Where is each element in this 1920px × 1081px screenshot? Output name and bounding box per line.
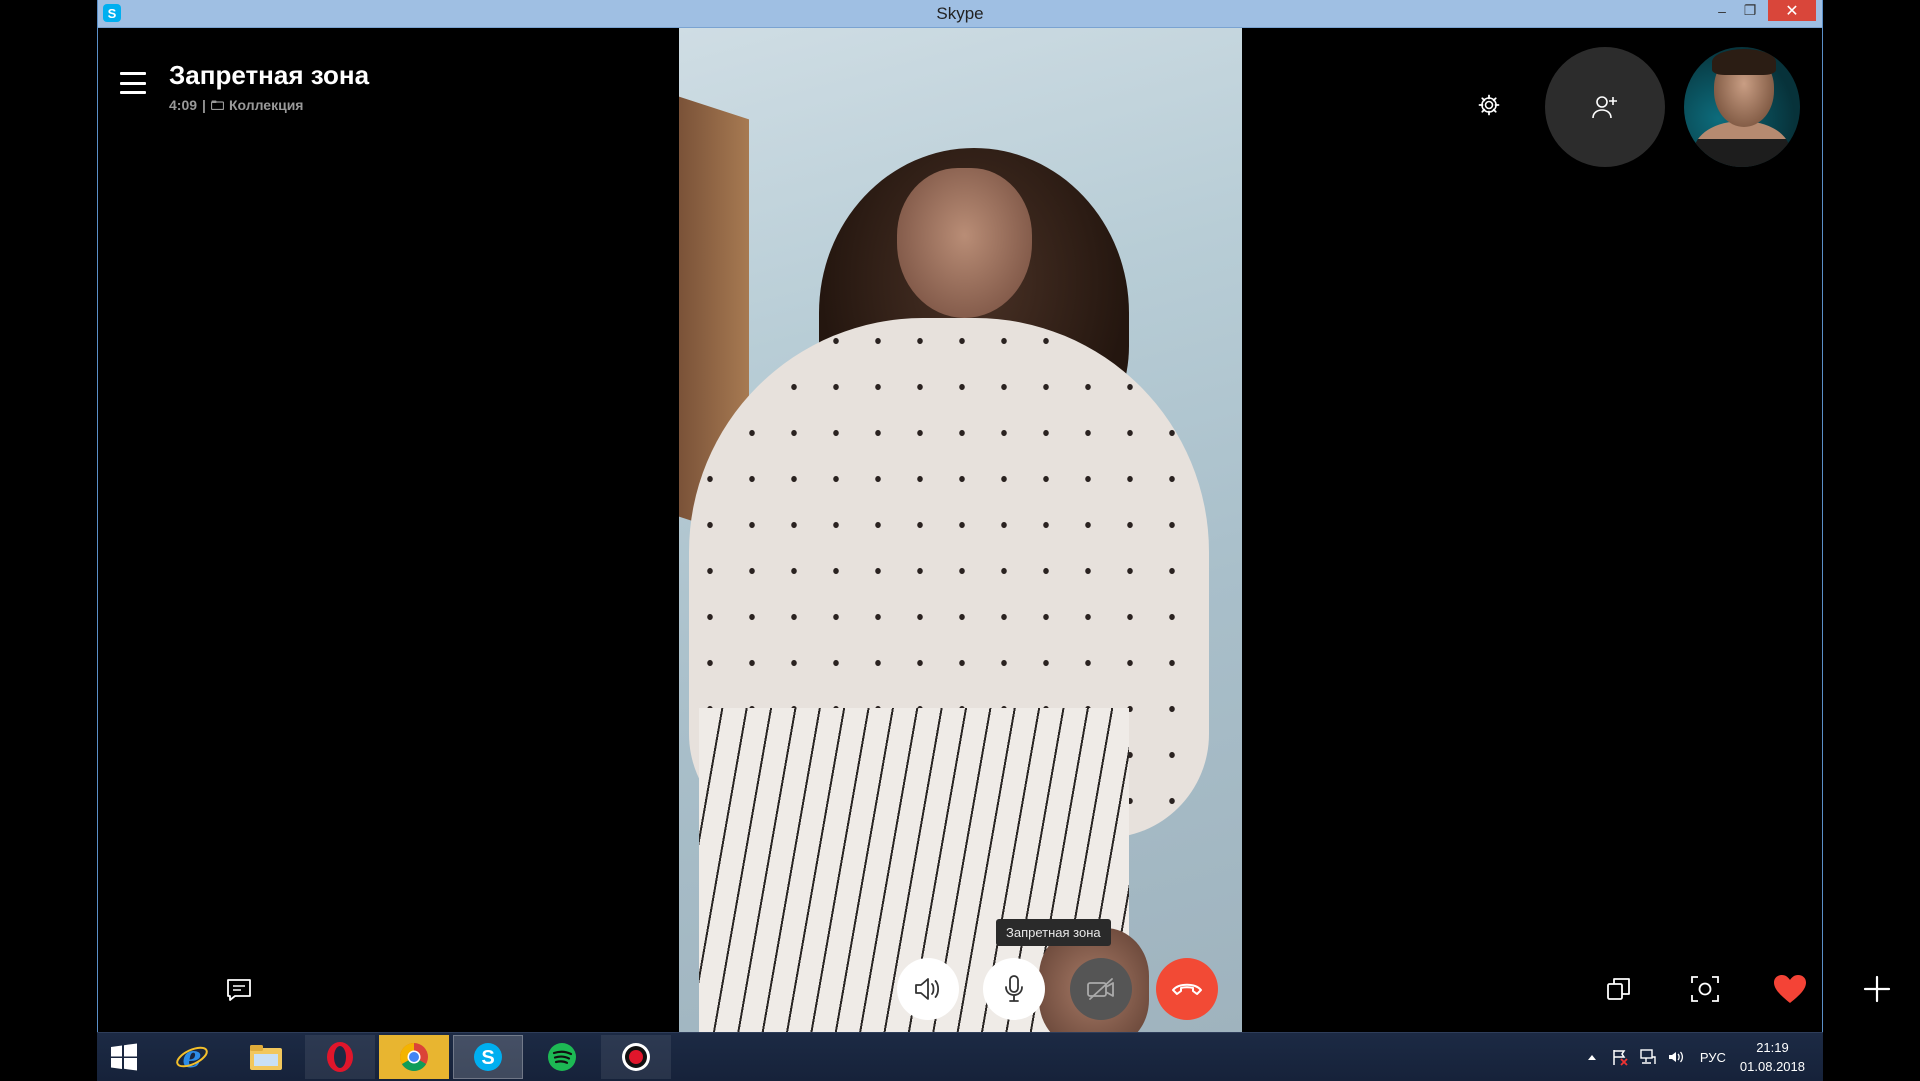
- taskbar-skype[interactable]: S: [453, 1035, 523, 1079]
- snapshot-button[interactable]: [1687, 971, 1723, 1007]
- show-hidden-icons-button[interactable]: [1581, 1046, 1603, 1068]
- call-title: Запретная зона: [169, 60, 370, 90]
- taskbar-screen-recorder[interactable]: [601, 1035, 671, 1079]
- taskbar: e S РУС 21:19 01.08.2018: [97, 1032, 1823, 1081]
- video-toggle-button[interactable]: [1070, 958, 1132, 1020]
- action-center-button[interactable]: [1609, 1046, 1631, 1068]
- spotify-icon: [548, 1043, 576, 1071]
- internet-explorer-icon: e: [176, 1040, 208, 1074]
- skype-window: S Skype – ❐ ✕ Запретная зона 4:09 | Колл…: [97, 0, 1891, 1032]
- record-icon: [622, 1043, 650, 1071]
- plus-icon: [1863, 975, 1891, 1003]
- chat-button[interactable]: [224, 976, 254, 1004]
- separator: |: [202, 97, 206, 113]
- call-duration: 4:09: [169, 97, 198, 113]
- start-button[interactable]: [107, 1041, 141, 1073]
- gear-icon: [1478, 94, 1500, 116]
- avatar-body: [1694, 121, 1790, 167]
- chevron-up-icon: [1587, 1055, 1596, 1060]
- avatar-hair: [1712, 49, 1776, 75]
- clock[interactable]: 21:19 01.08.2018: [1740, 1038, 1805, 1076]
- settings-button[interactable]: [1472, 88, 1506, 122]
- self-video-avatar[interactable]: [1684, 47, 1800, 167]
- folder-icon: [250, 1045, 282, 1070]
- speaker-icon: [915, 978, 940, 1000]
- taskbar-file-explorer[interactable]: [231, 1035, 301, 1079]
- chrome-icon: [400, 1043, 428, 1071]
- participant-tooltip: Запретная зона: [996, 919, 1111, 946]
- menu-line: [120, 81, 146, 85]
- menu-icon[interactable]: [120, 72, 146, 94]
- skype-icon: S: [474, 1043, 502, 1071]
- hang-up-icon: [1172, 983, 1202, 995]
- restore-button[interactable]: ❐: [1736, 0, 1764, 21]
- call-group: Коллекция: [228, 97, 304, 113]
- network-button[interactable]: [1637, 1046, 1659, 1068]
- volume-button[interactable]: [1665, 1046, 1687, 1068]
- taskbar-chrome[interactable]: [379, 1035, 449, 1079]
- close-button[interactable]: ✕: [1768, 0, 1816, 21]
- reaction-button[interactable]: [1772, 971, 1808, 1007]
- windows-logo-icon: [111, 1043, 137, 1071]
- svg-text:S: S: [481, 1047, 494, 1069]
- speaker-button[interactable]: [897, 958, 959, 1020]
- network-icon: [1640, 1049, 1656, 1064]
- chat-icon: [227, 979, 251, 1001]
- svg-text:e: e: [182, 1040, 201, 1074]
- call-subtitle: 4:09 | Коллекция: [169, 97, 303, 113]
- window-title: Skype: [936, 4, 984, 23]
- video-face: [897, 168, 1032, 318]
- taskbar-spotify[interactable]: [527, 1035, 597, 1079]
- system-tray: РУС 21:19 01.08.2018: [1578, 1033, 1813, 1081]
- heart-icon: [1774, 975, 1806, 1003]
- flag-icon: [1613, 1050, 1628, 1066]
- taskbar-opera[interactable]: [305, 1035, 375, 1079]
- clock-time: 21:19: [1756, 1040, 1789, 1055]
- screen: S Skype – ❐ ✕ Запретная зона 4:09 | Колл…: [0, 0, 1920, 1081]
- remote-video-feed: [679, 28, 1242, 1032]
- snapshot-icon: [1691, 976, 1719, 1002]
- switch-window-button[interactable]: [1601, 971, 1637, 1007]
- video-off-icon: [1087, 978, 1114, 1000]
- add-person-icon: [1592, 96, 1617, 119]
- more-options-button[interactable]: [1859, 971, 1895, 1007]
- window-icon: [1607, 978, 1630, 1000]
- clock-date: 01.08.2018: [1739, 1059, 1805, 1074]
- menu-line: [120, 72, 146, 75]
- opera-icon: [327, 1042, 353, 1072]
- microphone-icon: [1005, 975, 1023, 1002]
- volume-icon: [1668, 1051, 1683, 1063]
- input-language[interactable]: РУС: [1700, 1050, 1726, 1065]
- minimize-button[interactable]: –: [1708, 0, 1736, 21]
- add-participant-button[interactable]: [1545, 47, 1665, 167]
- title-bar[interactable]: S Skype – ❐ ✕: [98, 0, 1822, 28]
- menu-line: [120, 91, 146, 94]
- microphone-button[interactable]: [983, 958, 1045, 1020]
- taskbar-internet-explorer[interactable]: e: [157, 1035, 227, 1079]
- hang-up-button[interactable]: [1156, 958, 1218, 1020]
- group-icon: [210, 100, 224, 110]
